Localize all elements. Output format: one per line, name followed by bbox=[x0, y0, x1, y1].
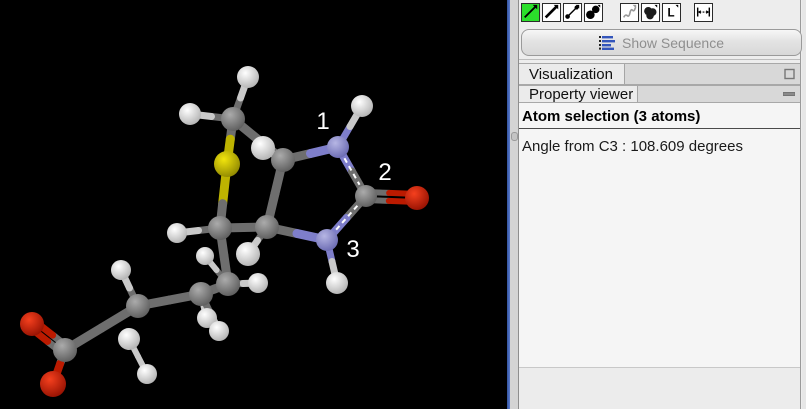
ball-and-stick-mode-button[interactable] bbox=[563, 3, 582, 22]
atom-C[interactable] bbox=[271, 148, 295, 172]
atom-C[interactable] bbox=[355, 185, 377, 207]
minimize-dash-icon[interactable] bbox=[783, 92, 795, 97]
stick-icon bbox=[543, 4, 560, 21]
atom-H[interactable] bbox=[167, 223, 187, 243]
atom-number-label: 1 bbox=[316, 108, 329, 135]
molecule-render: 1 2 3 bbox=[0, 0, 507, 409]
popout-square-icon[interactable] bbox=[784, 69, 795, 80]
atom-H[interactable] bbox=[179, 103, 201, 125]
atom-C[interactable] bbox=[208, 216, 232, 240]
label-L-icon: L bbox=[663, 4, 680, 21]
surface-mode-button[interactable] bbox=[641, 3, 660, 22]
atom-number-label: 3 bbox=[346, 236, 359, 263]
window-right-edge bbox=[802, 0, 806, 409]
atom-C[interactable] bbox=[53, 338, 77, 362]
atom-N[interactable] bbox=[327, 136, 349, 158]
show-sequence-label: Show Sequence bbox=[622, 35, 724, 51]
property-viewer-content: Atom selection (3 atoms) Angle from C3 :… bbox=[519, 103, 800, 368]
splitter-grip-icon[interactable] bbox=[511, 132, 518, 141]
measure-mode-button[interactable] bbox=[694, 3, 713, 22]
spacefill-mode-button[interactable] bbox=[584, 3, 603, 22]
panel-divider bbox=[519, 59, 800, 60]
surface-blob-icon bbox=[642, 4, 659, 21]
visualization-tab[interactable]: Visualization bbox=[519, 64, 625, 84]
svg-text:L: L bbox=[667, 7, 674, 20]
visualization-section-header[interactable]: Visualization bbox=[519, 63, 800, 85]
atom-H[interactable] bbox=[196, 247, 214, 265]
ribbon-mode-button[interactable] bbox=[620, 3, 639, 22]
angle-measurement-text: Angle from C3 : 108.609 degrees bbox=[519, 129, 800, 155]
atom-H[interactable] bbox=[209, 321, 229, 341]
atom-H[interactable] bbox=[251, 136, 275, 160]
atom-C[interactable] bbox=[221, 107, 245, 131]
ribbon-squiggle-icon bbox=[621, 4, 638, 21]
side-panel: L Show Sequence bbox=[518, 0, 801, 409]
atom-N[interactable] bbox=[316, 229, 338, 251]
stick-mode-button[interactable] bbox=[542, 3, 561, 22]
atom-C[interactable] bbox=[255, 215, 279, 239]
atom-C[interactable] bbox=[189, 282, 213, 306]
atom-O[interactable] bbox=[405, 186, 429, 210]
atom-H[interactable] bbox=[111, 260, 131, 280]
ball-and-stick-icon bbox=[564, 4, 581, 21]
show-sequence-button[interactable]: Show Sequence bbox=[521, 29, 802, 56]
atom-H[interactable] bbox=[236, 242, 260, 266]
wireframe-mode-button[interactable] bbox=[521, 3, 540, 22]
atom-H[interactable] bbox=[248, 273, 268, 293]
visualization-title: Visualization bbox=[529, 66, 613, 83]
wireframe-line-icon bbox=[522, 4, 539, 21]
panel-footer-area bbox=[519, 368, 800, 409]
atom-O[interactable] bbox=[20, 312, 44, 336]
property-viewer-section-header[interactable]: Property viewer bbox=[519, 85, 800, 103]
atom-C[interactable] bbox=[126, 294, 150, 318]
atom-S[interactable] bbox=[214, 151, 240, 177]
atom-H[interactable] bbox=[118, 328, 140, 350]
atom-selection-heading: Atom selection (3 atoms) bbox=[519, 103, 800, 128]
sequence-list-icon bbox=[599, 36, 616, 50]
label-mode-button[interactable]: L bbox=[662, 3, 681, 22]
measure-distance-icon bbox=[695, 4, 712, 21]
property-viewer-title: Property viewer bbox=[529, 86, 633, 103]
spacefill-icon bbox=[585, 4, 602, 21]
atom-H[interactable] bbox=[326, 272, 348, 294]
atom-H[interactable] bbox=[351, 95, 373, 117]
atom-H[interactable] bbox=[237, 66, 259, 88]
atom-H[interactable] bbox=[137, 364, 157, 384]
atom-number-label: 2 bbox=[378, 159, 391, 186]
molecule-viewer-window: 1 2 3 bbox=[0, 0, 806, 409]
atom-C[interactable] bbox=[216, 272, 240, 296]
atom-O[interactable] bbox=[40, 371, 66, 397]
molecule-viewport[interactable]: 1 2 3 bbox=[0, 0, 507, 409]
property-viewer-tab[interactable]: Property viewer bbox=[519, 86, 638, 102]
